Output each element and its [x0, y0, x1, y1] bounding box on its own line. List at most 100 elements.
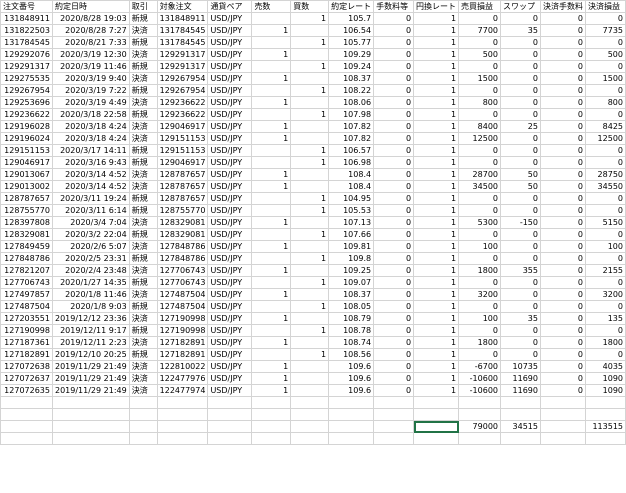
cell[interactable] — [128, 408, 158, 421]
cell[interactable]: 0 — [500, 132, 541, 145]
cell[interactable]: -150 — [500, 216, 541, 229]
cell[interactable]: 128755770 — [0, 204, 53, 217]
cell[interactable]: 0 — [584, 204, 626, 217]
cell[interactable]: 4035 — [584, 360, 626, 373]
cell[interactable]: 0 — [584, 300, 626, 313]
cell[interactable]: 0 — [539, 108, 586, 121]
cell[interactable]: 127706743 — [156, 276, 209, 289]
cell[interactable]: 0 — [500, 84, 541, 97]
cell[interactable]: USD/JPY — [207, 216, 253, 229]
cell[interactable]: 1 — [413, 192, 460, 205]
cell[interactable]: 0 — [373, 156, 415, 169]
cell[interactable]: 355 — [500, 264, 541, 277]
cell[interactable]: 1 — [290, 156, 330, 169]
column-header[interactable]: 注文番号 — [0, 0, 53, 13]
column-header[interactable]: 買数 — [290, 0, 330, 13]
cell[interactable]: 129291317 — [156, 48, 209, 61]
cell[interactable]: 127487504 — [156, 300, 209, 313]
cell[interactable]: 8425 — [584, 120, 626, 133]
cell[interactable]: 0 — [373, 24, 415, 37]
cell[interactable]: 0 — [539, 336, 586, 349]
cell[interactable] — [290, 168, 330, 181]
cell[interactable]: 1 — [290, 12, 330, 25]
cell[interactable]: 129291317 — [0, 60, 53, 73]
cell[interactable]: 1 — [290, 60, 330, 73]
cell[interactable]: 1 — [413, 240, 460, 253]
cell[interactable]: 1 — [413, 360, 460, 373]
cell[interactable]: 0 — [539, 204, 586, 217]
cell[interactable]: 129236622 — [156, 96, 209, 109]
cell[interactable]: 1 — [290, 324, 330, 337]
cell[interactable]: 1 — [251, 216, 292, 229]
cell[interactable]: 2020/2/5 23:31 — [51, 252, 130, 265]
cell[interactable] — [500, 408, 541, 421]
cell[interactable]: 新規 — [128, 36, 158, 49]
cell[interactable]: 新規 — [128, 108, 158, 121]
cell[interactable]: 新規 — [128, 348, 158, 361]
cell[interactable]: 35 — [500, 24, 541, 37]
cell[interactable]: 2020/8/21 7:33 — [51, 36, 130, 49]
cell[interactable] — [51, 432, 130, 445]
cell[interactable] — [251, 36, 292, 49]
cell[interactable]: 1 — [290, 228, 330, 241]
cell[interactable]: 0 — [539, 60, 586, 73]
cell[interactable]: USD/JPY — [207, 324, 253, 337]
cell[interactable]: 500 — [584, 48, 626, 61]
cell[interactable]: 0 — [500, 12, 541, 25]
cell[interactable]: 129151153 — [156, 132, 209, 145]
cell[interactable] — [51, 396, 130, 409]
cell[interactable] — [207, 408, 253, 421]
cell[interactable] — [0, 408, 53, 421]
cell[interactable]: 109.6 — [328, 384, 375, 397]
cell[interactable]: 0 — [539, 324, 586, 337]
cell[interactable]: USD/JPY — [207, 12, 253, 25]
cell[interactable]: 2019/11/29 21:49 — [51, 372, 130, 385]
cell[interactable]: 1 — [413, 276, 460, 289]
cell[interactable] — [290, 396, 330, 409]
cell[interactable] — [290, 96, 330, 109]
cell[interactable]: 0 — [584, 156, 626, 169]
cell[interactable]: 127821207 — [0, 264, 53, 277]
cell[interactable]: 1 — [413, 120, 460, 133]
cell[interactable]: 127849459 — [0, 240, 53, 253]
cell[interactable] — [207, 432, 253, 445]
cell[interactable]: 決済 — [128, 48, 158, 61]
cell[interactable]: 0 — [539, 48, 586, 61]
cell[interactable]: 0 — [539, 372, 586, 385]
cell[interactable]: 11690 — [500, 384, 541, 397]
cell[interactable]: USD/JPY — [207, 204, 253, 217]
cell[interactable]: 0 — [500, 228, 541, 241]
cell[interactable]: 1 — [251, 264, 292, 277]
cell[interactable]: 1 — [251, 180, 292, 193]
cell[interactable]: 2020/3/17 14:11 — [51, 144, 130, 157]
cell[interactable]: 127487504 — [0, 300, 53, 313]
cell[interactable]: 128329081 — [156, 216, 209, 229]
cell[interactable]: 0 — [373, 372, 415, 385]
cell[interactable]: USD/JPY — [207, 132, 253, 145]
cell[interactable]: 2020/2/4 23:48 — [51, 264, 130, 277]
cell[interactable]: 0 — [500, 252, 541, 265]
cell[interactable]: 1 — [251, 312, 292, 325]
cell[interactable] — [500, 396, 541, 409]
cell[interactable]: 0 — [539, 24, 586, 37]
column-header[interactable]: 売数 — [251, 0, 292, 13]
cell[interactable] — [290, 132, 330, 145]
cell[interactable]: 108.74 — [328, 336, 375, 349]
cell[interactable]: 1 — [413, 336, 460, 349]
cell[interactable] — [207, 420, 253, 433]
cell[interactable]: 129236622 — [0, 108, 53, 121]
cell[interactable]: 1 — [413, 204, 460, 217]
cell[interactable]: 107.82 — [328, 132, 375, 145]
cell[interactable]: 1800 — [584, 336, 626, 349]
cell[interactable]: 128787657 — [156, 180, 209, 193]
cell[interactable]: 0 — [500, 348, 541, 361]
cell[interactable]: 1 — [413, 180, 460, 193]
cell[interactable]: 1800 — [458, 264, 501, 277]
cell[interactable]: USD/JPY — [207, 360, 253, 373]
cell[interactable] — [413, 396, 460, 409]
cell[interactable]: 1 — [413, 300, 460, 313]
cell[interactable]: 1 — [413, 36, 460, 49]
cell[interactable]: 決済 — [128, 168, 158, 181]
cell[interactable]: USD/JPY — [207, 96, 253, 109]
cell[interactable] — [251, 396, 292, 409]
